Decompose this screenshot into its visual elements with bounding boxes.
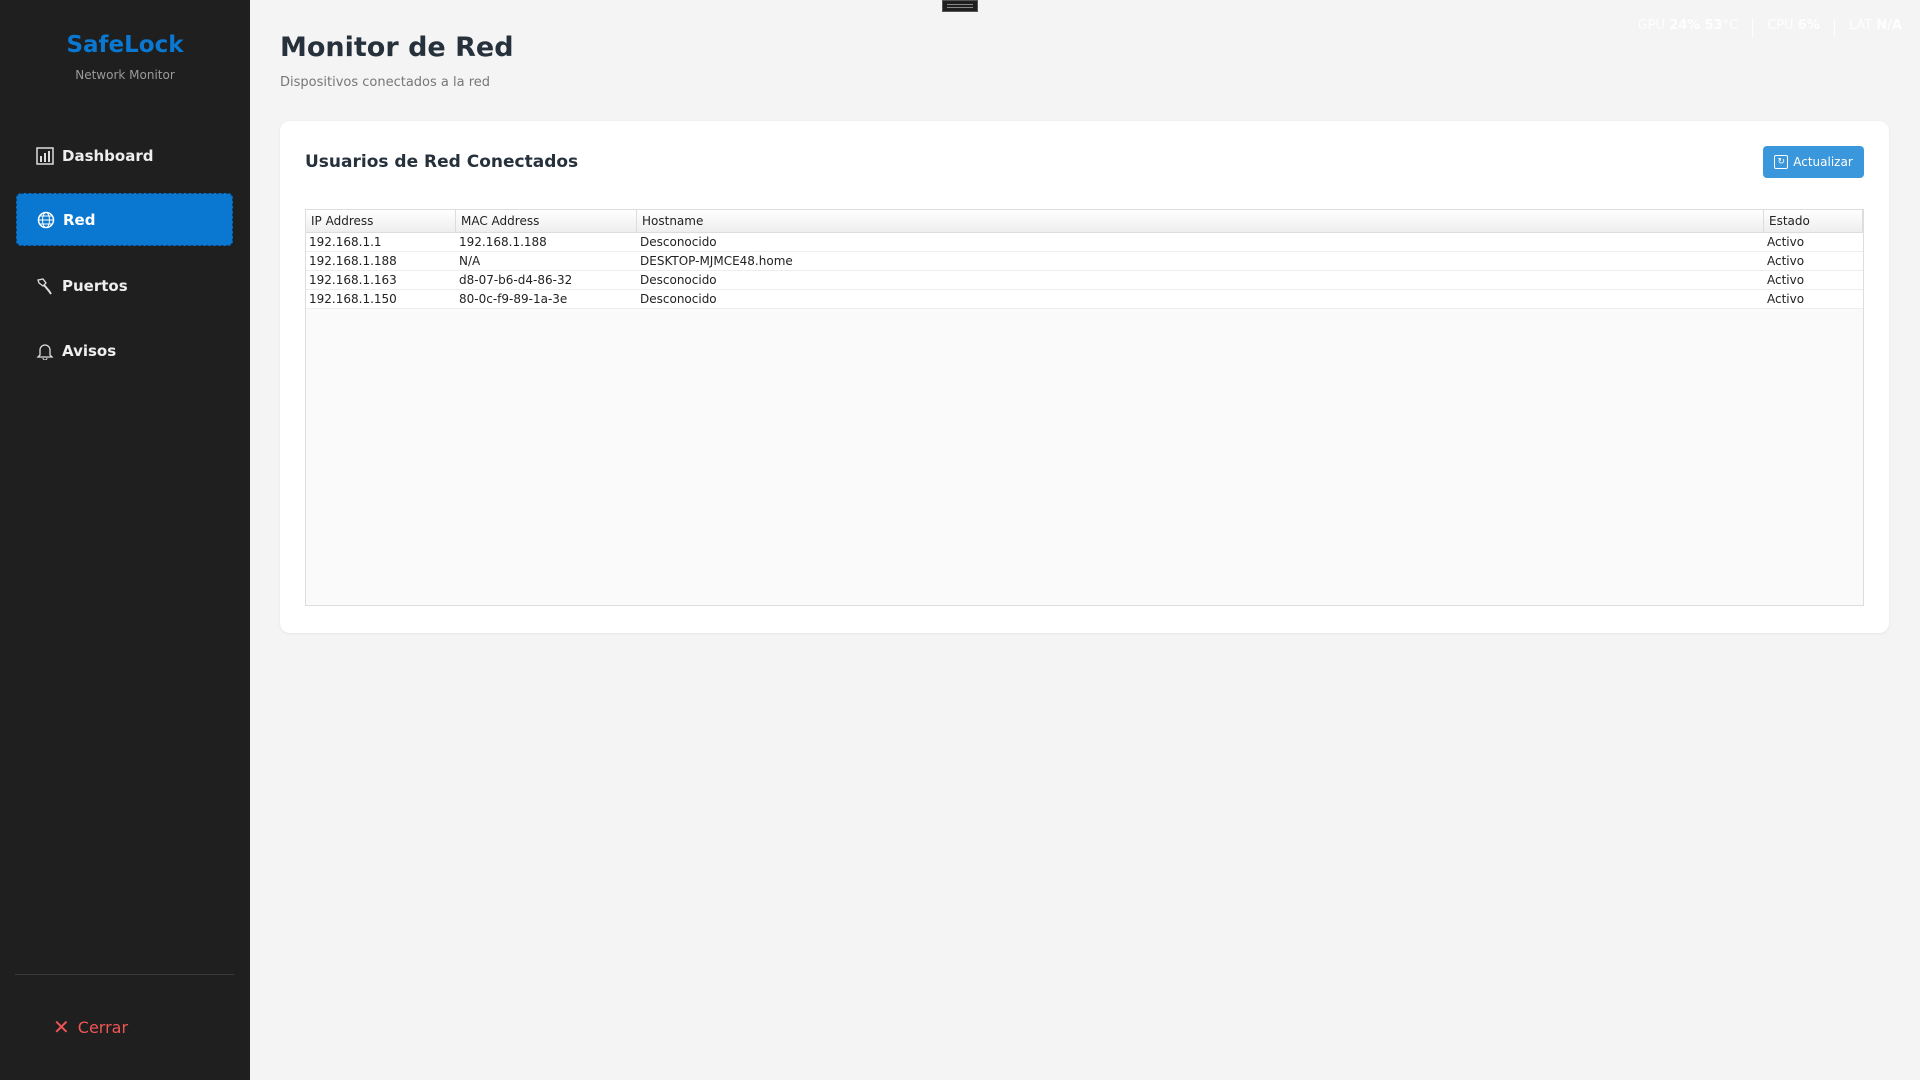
sidebar-item-puertos[interactable]: Puertos (16, 259, 233, 312)
lat-label: LAT (1848, 18, 1873, 33)
cell-hostname: Desconocido (640, 273, 717, 287)
page-title: Monitor de Red (280, 32, 514, 63)
stats-divider (1833, 18, 1835, 38)
lat-value: N/A (1876, 18, 1902, 33)
refresh-button[interactable]: ↻ Actualizar (1763, 146, 1864, 178)
cell-ip: 192.168.1.163 (309, 273, 397, 287)
cpu-label: CPU (1767, 18, 1794, 33)
table-row[interactable]: 192.168.1.1 192.168.1.188 Desconocido Activ… (306, 233, 1863, 252)
plug-icon (37, 277, 52, 295)
cpu-unit: % (1806, 18, 1820, 33)
stats-divider (1752, 18, 1754, 38)
table-row[interactable]: 192.168.1.188 N/A DESKTOP-MJMCE48.home Acti… (306, 252, 1863, 271)
cell-mac: N/A (459, 254, 481, 268)
sidebar-item-dashboard[interactable]: Dashboard (16, 129, 233, 182)
gpu-usage: 24 (1669, 18, 1688, 33)
bar-chart-icon (36, 146, 54, 165)
cpu-usage: 6 (1797, 18, 1807, 33)
card-title: Usuarios de Red Conectados (305, 152, 579, 172)
column-header-mac[interactable]: MAC Address (456, 210, 637, 232)
refresh-icon: ↻ (1774, 155, 1789, 169)
cell-hostname: Desconocido (640, 235, 717, 249)
cell-hostname: Desconocido (640, 292, 717, 306)
cell-ip: 192.168.1.150 (309, 292, 397, 306)
cell-ip: 192.168.1.188 (309, 254, 397, 268)
cell-estado: Activo (1767, 235, 1805, 249)
drag-handle[interactable] (942, 0, 978, 12)
sidebar-item-red[interactable]: Red (16, 193, 233, 246)
connected-users-card: Usuarios de Red Conectados ↻ Actualizar … (280, 121, 1889, 633)
close-label: Cerrar (77, 1017, 129, 1037)
gpu-temp: 53 (1704, 18, 1723, 33)
cell-mac: d8-07-b6-d4-86-32 (459, 273, 573, 287)
cell-hostname: DESKTOP-MJMCE48.home (640, 254, 793, 268)
column-header-ip[interactable]: IP Address (306, 210, 456, 232)
app-logo: SafeLock (66, 32, 184, 58)
cell-estado: Activo (1767, 292, 1805, 306)
cell-ip: 192.168.1.1 (309, 235, 382, 249)
cell-estado: Activo (1767, 273, 1805, 287)
refresh-label: Actualizar (1793, 155, 1853, 169)
cell-mac: 80-0c-f9-89-1a-3e (459, 292, 568, 306)
bell-icon (36, 343, 54, 360)
sidebar-item-label: Dashboard (62, 146, 154, 165)
sidebar-item-label: Red (63, 210, 96, 229)
table-row[interactable]: 192.168.1.150 80-0c-f9-89-1a-3e Desconocid… (306, 290, 1863, 309)
sidebar-item-label: Puertos (62, 276, 128, 295)
cell-estado: Activo (1767, 254, 1805, 268)
sidebar-item-avisos[interactable]: Avisos (16, 324, 233, 377)
devices-table: IP Address MAC Address Hostname Estado 1… (305, 209, 1864, 606)
gpu-label: GPU (1637, 18, 1666, 33)
sidebar-item-label: Avisos (62, 341, 117, 360)
sidebar-divider (15, 974, 234, 975)
system-stats: GPU 24% 53°C CPU 6% LAT N/A (1638, 18, 1902, 38)
globe-icon (37, 211, 55, 228)
page-subtitle: Dispositivos conectados a la red (280, 75, 491, 90)
sidebar: SafeLock Network Monitor Dashboard Red P… (0, 0, 250, 1080)
close-icon: ✕ (53, 1015, 70, 1039)
gpu-temp-unit: °C (1722, 18, 1739, 33)
table-header: IP Address MAC Address Hostname Estado (306, 210, 1863, 233)
column-header-hostname[interactable]: Hostname (637, 210, 1764, 232)
gpu-usage-unit: % (1687, 18, 1701, 33)
cell-mac: 192.168.1.188 (459, 235, 547, 249)
close-button[interactable]: ✕ Cerrar (53, 1015, 128, 1039)
table-row[interactable]: 192.168.1.163 d8-07-b6-d4-86-32 Desconocid… (306, 271, 1863, 290)
app-subtitle: Network Monitor (75, 68, 175, 82)
column-header-estado[interactable]: Estado (1764, 210, 1863, 232)
